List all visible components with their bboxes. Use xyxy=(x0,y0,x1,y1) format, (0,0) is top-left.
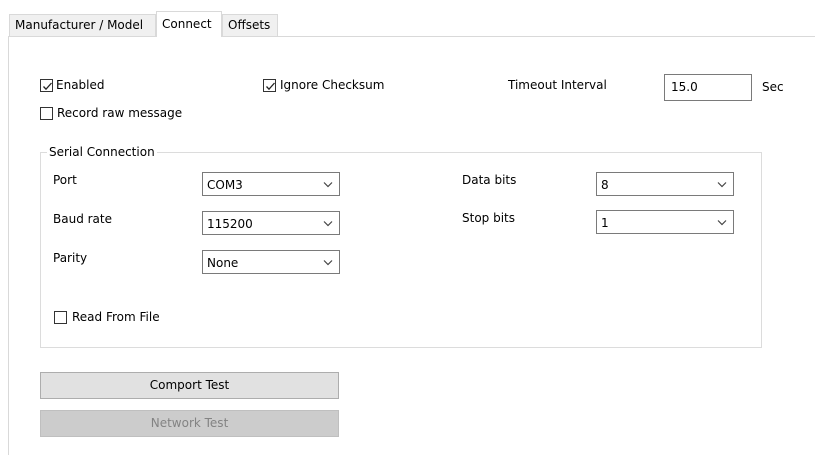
stop-bits-label: Stop bits xyxy=(462,211,516,225)
timeout-label: Timeout Interval xyxy=(508,78,607,92)
timeout-unit: Sec xyxy=(762,80,784,94)
check-icon xyxy=(43,82,52,91)
ignore-checksum-label: Ignore Checksum xyxy=(280,78,385,92)
parity-value: None xyxy=(207,256,239,270)
stop-bits-select[interactable]: 1 xyxy=(596,210,734,234)
data-bits-value: 8 xyxy=(601,178,609,192)
read-from-file-label: Read From File xyxy=(72,310,160,324)
record-raw-message-checkbox[interactable] xyxy=(40,107,53,120)
tab-connect[interactable]: Connect xyxy=(156,11,222,37)
chevron-down-icon xyxy=(323,182,333,188)
panel-border xyxy=(8,36,9,455)
chevron-down-icon xyxy=(717,182,727,188)
port-label: Port xyxy=(53,173,77,187)
tab-offsets[interactable]: Offsets xyxy=(222,14,278,36)
baud-rate-select[interactable]: 115200 xyxy=(202,211,340,235)
data-bits-select[interactable]: 8 xyxy=(596,172,734,196)
enabled-checkbox[interactable] xyxy=(40,79,53,92)
port-value: COM3 xyxy=(207,178,243,192)
check-icon xyxy=(266,82,275,91)
enabled-label: Enabled xyxy=(56,78,105,92)
parity-select[interactable]: None xyxy=(202,250,340,274)
comport-test-button[interactable]: Comport Test xyxy=(40,372,339,399)
stop-bits-value: 1 xyxy=(601,216,609,230)
read-from-file-checkbox[interactable] xyxy=(54,311,67,324)
data-bits-label: Data bits xyxy=(462,173,517,187)
ignore-checksum-checkbox[interactable] xyxy=(263,79,276,92)
network-test-button[interactable]: Network Test xyxy=(40,410,339,437)
baud-rate-value: 115200 xyxy=(207,217,253,231)
serial-connection-title: Serial Connection xyxy=(47,145,157,159)
chevron-down-icon xyxy=(717,220,727,226)
chevron-down-icon xyxy=(323,260,333,266)
baud-rate-label: Baud rate xyxy=(53,212,112,226)
parity-label: Parity xyxy=(53,251,88,265)
connect-settings-window: Manufacturer / Model Connect Offsets Ena… xyxy=(0,0,815,455)
record-raw-message-label: Record raw message xyxy=(57,106,183,120)
tab-manufacturer-model[interactable]: Manufacturer / Model xyxy=(9,14,156,36)
tab-strip-border xyxy=(8,36,815,37)
port-select[interactable]: COM3 xyxy=(202,172,340,196)
timeout-input[interactable]: 15.0 xyxy=(664,74,752,101)
chevron-down-icon xyxy=(323,221,333,227)
